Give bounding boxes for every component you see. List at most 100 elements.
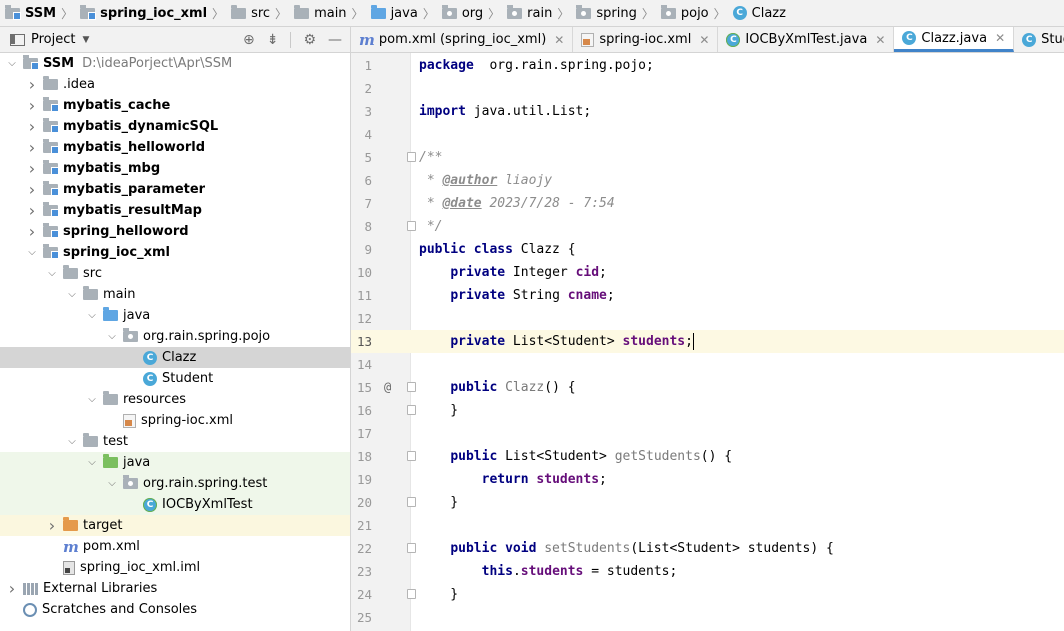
tree-row[interactable]: ⌵ spring_ioc_xml <box>0 242 350 263</box>
breadcrumb-item[interactable]: main <box>292 0 348 26</box>
code-line[interactable]: 6 * @author liaojy <box>351 169 1064 192</box>
close-icon[interactable]: ✕ <box>699 33 709 47</box>
chevron-down-icon[interactable]: ⌵ <box>84 457 100 468</box>
tree-row[interactable]: spring-ioc.xml <box>0 410 350 431</box>
chevron-down-icon[interactable]: ⌵ <box>64 436 80 447</box>
code-line[interactable]: 25 <box>351 606 1064 629</box>
breadcrumb-item[interactable]: java <box>369 0 420 26</box>
chevron-down-icon[interactable]: ⌵ <box>84 394 100 405</box>
code-editor[interactable]: 1 package org.rain.spring.pojo; 2 3 import j… <box>351 53 1064 631</box>
code-line[interactable]: 15 @ public Clazz() { <box>351 376 1064 399</box>
tree-row[interactable]: C Clazz <box>0 347 350 368</box>
breadcrumb-item[interactable]: SSM <box>3 0 58 26</box>
editor-tab[interactable]: C IOCByXmlTest.java ✕ <box>718 27 895 52</box>
editor-tab[interactable]: m pom.xml (spring_ioc_xml) ✕ <box>351 27 574 52</box>
tree-row[interactable]: › External Libraries <box>0 578 350 599</box>
code-line[interactable]: 13 private List<Student> students; <box>351 330 1064 353</box>
override-marker-icon[interactable]: @ <box>384 376 391 399</box>
breadcrumb-item[interactable]: spring_ioc_xml <box>78 0 209 26</box>
tree-row[interactable]: ⌵ resources <box>0 389 350 410</box>
code-line[interactable]: 20 } <box>351 491 1064 514</box>
editor-tab[interactable]: spring-ioc.xml ✕ <box>573 27 719 52</box>
chevron-down-icon[interactable]: ⌵ <box>44 268 60 279</box>
breadcrumb-item[interactable]: C Clazz <box>731 0 788 26</box>
tree-row[interactable]: › spring_helloword <box>0 221 350 242</box>
fold-marker-icon[interactable] <box>407 451 416 461</box>
chevron-right-icon[interactable]: › <box>24 159 40 178</box>
tree-row[interactable]: › mybatis_parameter <box>0 179 350 200</box>
chevron-right-icon[interactable]: › <box>24 75 40 94</box>
code-line[interactable]: 21 <box>351 514 1064 537</box>
tree-row[interactable]: ⌵ test <box>0 431 350 452</box>
breadcrumb-item[interactable]: spring <box>574 0 638 26</box>
code-line[interactable]: 23 this.students = students; <box>351 560 1064 583</box>
tree-row[interactable]: ⌵ org.rain.spring.pojo <box>0 326 350 347</box>
tree-row[interactable]: m pom.xml <box>0 536 350 557</box>
tree-row[interactable]: ⌵ java <box>0 452 350 473</box>
tree-row[interactable]: › mybatis_mbg <box>0 158 350 179</box>
code-line[interactable]: 12 <box>351 307 1064 330</box>
tree-row[interactable]: › mybatis_resultMap <box>0 200 350 221</box>
code-line[interactable]: 14 <box>351 353 1064 376</box>
chevron-right-icon[interactable]: › <box>24 138 40 157</box>
fold-marker-icon[interactable] <box>407 405 416 415</box>
chevron-down-icon[interactable]: ⌵ <box>64 289 80 300</box>
tree-row[interactable]: ⌵ java <box>0 305 350 326</box>
code-line[interactable]: 7 * @date 2023/7/28 - 7:54 <box>351 192 1064 215</box>
chevron-right-icon[interactable]: › <box>24 180 40 199</box>
hide-icon[interactable]: — <box>328 32 342 48</box>
code-line[interactable]: 9 public class Clazz { <box>351 238 1064 261</box>
breadcrumb-item[interactable]: rain <box>505 0 554 26</box>
chevron-down-icon[interactable]: ▼ <box>82 35 89 45</box>
tree-row[interactable]: ⌵ src <box>0 263 350 284</box>
fold-marker-icon[interactable] <box>407 543 416 553</box>
chevron-down-icon[interactable]: ⌵ <box>24 247 40 258</box>
code-line[interactable]: 16 } <box>351 399 1064 422</box>
project-view-selector[interactable]: Project <box>31 32 75 47</box>
tree-row[interactable]: › mybatis_dynamicSQL <box>0 116 350 137</box>
tree-row[interactable]: spring_ioc_xml.iml <box>0 557 350 578</box>
chevron-down-icon[interactable]: ⌵ <box>104 478 120 489</box>
tree-row[interactable]: ⌵ SSM D:\ideaPorject\Apr\SSM <box>0 53 350 74</box>
gear-icon[interactable]: ⚙ <box>303 32 316 48</box>
breadcrumb-item[interactable]: pojo <box>659 0 711 26</box>
code-line[interactable]: 5 /** <box>351 146 1064 169</box>
fold-marker-icon[interactable] <box>407 382 416 392</box>
chevron-down-icon[interactable]: ⌵ <box>4 58 20 69</box>
close-icon[interactable]: ✕ <box>875 33 885 47</box>
breadcrumb-item[interactable]: src <box>229 0 272 26</box>
tree-row[interactable]: ⌵ org.rain.spring.test <box>0 473 350 494</box>
chevron-right-icon[interactable]: › <box>24 117 40 136</box>
code-line[interactable]: 17 <box>351 422 1064 445</box>
close-icon[interactable]: ✕ <box>554 33 564 47</box>
chevron-right-icon[interactable]: › <box>24 222 40 241</box>
chevron-right-icon[interactable]: › <box>4 579 20 598</box>
breadcrumb-item[interactable]: org <box>440 0 485 26</box>
chevron-right-icon[interactable]: › <box>44 516 60 535</box>
code-line[interactable]: 4 <box>351 123 1064 146</box>
fold-marker-icon[interactable] <box>407 221 416 231</box>
tree-row[interactable]: › .idea <box>0 74 350 95</box>
chevron-down-icon[interactable]: ⌵ <box>104 331 120 342</box>
editor-tab[interactable]: C Clazz.java ✕ <box>894 27 1015 52</box>
chevron-right-icon[interactable]: › <box>24 201 40 220</box>
fold-marker-icon[interactable] <box>407 497 416 507</box>
code-line[interactable]: 10 private Integer cid; <box>351 261 1064 284</box>
fold-marker-icon[interactable] <box>407 152 416 162</box>
chevron-down-icon[interactable]: ⌵ <box>84 310 100 321</box>
chevron-right-icon[interactable]: › <box>24 96 40 115</box>
code-line[interactable]: 18 public List<Student> getStudents() { <box>351 445 1064 468</box>
code-line[interactable]: 1 package org.rain.spring.pojo; <box>351 54 1064 77</box>
fold-marker-icon[interactable] <box>407 589 416 599</box>
tree-row[interactable]: ⌵ main <box>0 284 350 305</box>
crosshair-icon[interactable]: ⊕ <box>243 32 255 48</box>
code-line[interactable]: 24 } <box>351 583 1064 606</box>
code-line[interactable]: 2 <box>351 77 1064 100</box>
code-line[interactable]: 11 private String cname; <box>351 284 1064 307</box>
code-line[interactable]: 8 */ <box>351 215 1064 238</box>
editor-tab[interactable]: CStudent.java✕ <box>1014 27 1064 52</box>
tree-row[interactable]: C IOCByXmlTest <box>0 494 350 515</box>
tree-row[interactable]: C Student <box>0 368 350 389</box>
code-line[interactable]: 19 return students; <box>351 468 1064 491</box>
close-icon[interactable]: ✕ <box>995 31 1005 45</box>
